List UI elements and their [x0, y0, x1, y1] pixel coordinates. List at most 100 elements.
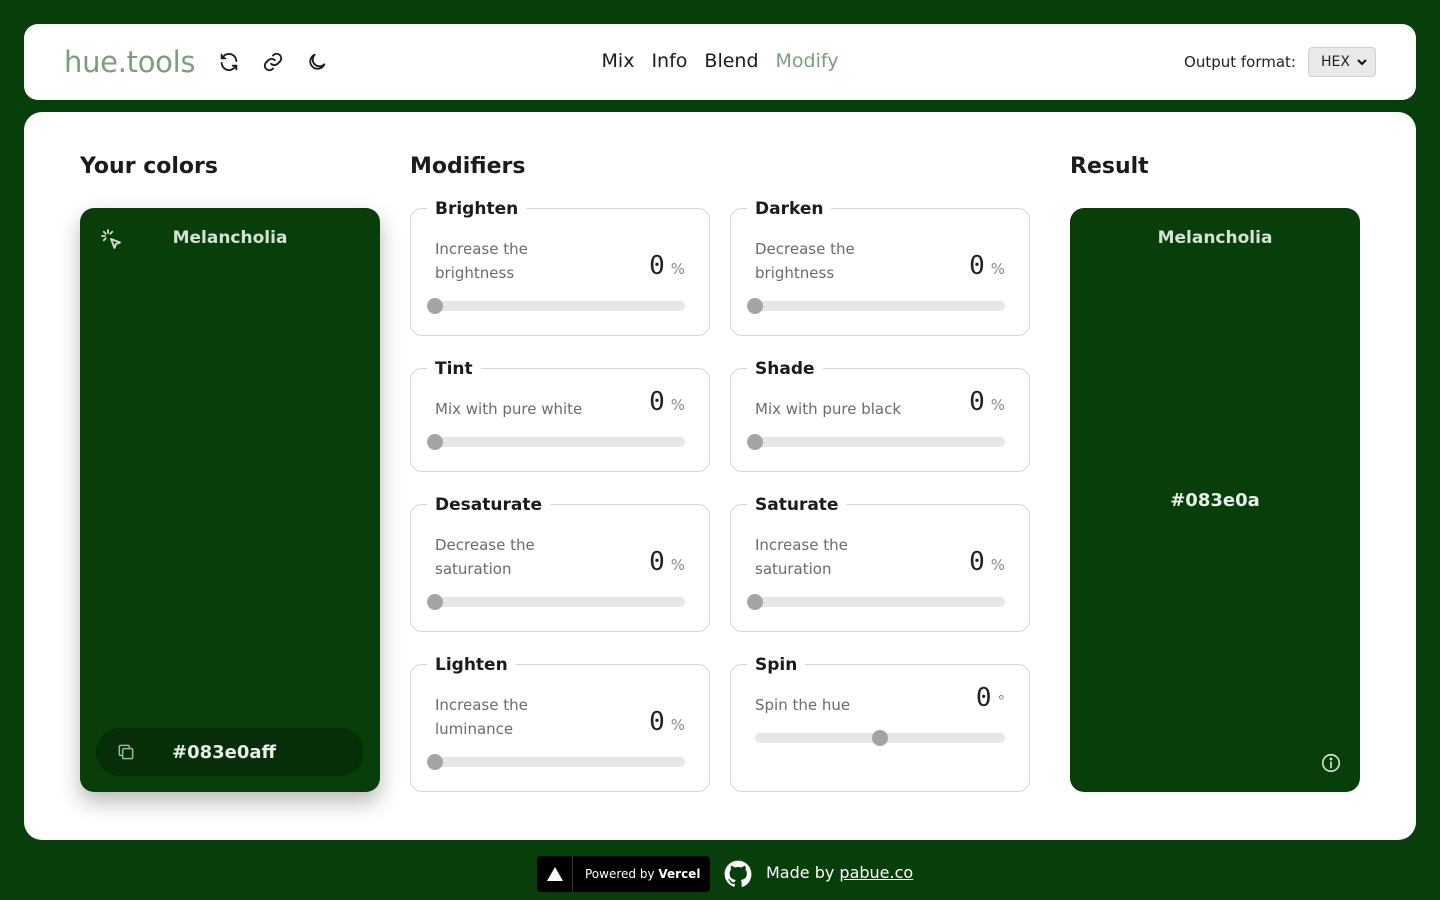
main-nav: Mix Info Blend Modify: [602, 50, 839, 72]
modifier-number[interactable]: 0: [649, 547, 665, 577]
modifier-unit: %: [670, 556, 685, 574]
modifier-desc: Increase the brightness: [435, 240, 528, 282]
header-icons: [217, 50, 329, 74]
slider-thumb[interactable]: [427, 298, 443, 314]
header-bar: hue.tools Mix Info Blend Modify Output f…: [24, 24, 1416, 100]
modifier-title: Darken: [747, 199, 832, 219]
nav-blend[interactable]: Blend: [704, 50, 758, 72]
modifier-unit: %: [990, 556, 1005, 574]
modifier-desc: Decrease the brightness: [755, 240, 855, 282]
modifier-value: 0 %: [969, 547, 1005, 577]
modifier-desc: Mix with pure white: [435, 400, 583, 418]
modifier-value: 0 %: [649, 387, 685, 417]
slider-thumb[interactable]: [427, 594, 443, 610]
slider-thumb[interactable]: [747, 298, 763, 314]
modifier-desc: Increase the luminance: [435, 696, 528, 738]
refresh-icon[interactable]: [217, 50, 241, 74]
spin-slider[interactable]: [755, 730, 1005, 746]
brighten-slider[interactable]: [427, 298, 685, 314]
powered-brand: Vercel: [658, 867, 701, 881]
modifier-title: Desaturate: [427, 495, 550, 515]
vercel-triangle-icon: [537, 856, 573, 892]
modifier-desc: Decrease the saturation: [435, 536, 535, 578]
slider-thumb[interactable]: [747, 594, 763, 610]
modifier-darken: Darken Decrease the brightness 0 %: [730, 199, 1030, 336]
hex-pill: #083e0aff: [96, 728, 364, 776]
modifier-desc: Spin the hue: [755, 696, 851, 714]
modifier-value: 0 %: [969, 387, 1005, 417]
modifier-unit: %: [990, 396, 1005, 414]
saturate-slider[interactable]: [747, 594, 1005, 610]
vercel-text: Powered by Vercel: [585, 867, 700, 881]
modifier-number[interactable]: 0: [649, 387, 665, 417]
modifier-unit: %: [990, 260, 1005, 278]
modifier-lighten: Lighten Increase the luminance 0 %: [410, 655, 710, 792]
modifier-tint: Tint Mix with pure white 0 %: [410, 359, 710, 472]
copy-icon[interactable]: [114, 740, 138, 764]
link-icon[interactable]: [261, 50, 285, 74]
main-panel: Your colors Modifiers Result Melancholia…: [24, 112, 1416, 840]
modifier-value: 0 %: [969, 251, 1005, 281]
modifier-unit: %: [670, 396, 685, 414]
info-icon[interactable]: [1320, 752, 1344, 776]
modifier-number[interactable]: 0: [969, 387, 985, 417]
nav-modify[interactable]: Modify: [776, 50, 839, 72]
modifier-unit: °: [997, 692, 1006, 710]
slider-thumb[interactable]: [747, 434, 763, 450]
modifier-value: 0 %: [649, 547, 685, 577]
modifier-title: Brighten: [427, 199, 527, 219]
modifier-value: 0 °: [976, 683, 1005, 713]
modifier-shade: Shade Mix with pure black 0 %: [730, 359, 1030, 472]
modifier-number[interactable]: 0: [649, 251, 665, 281]
made-by-text: Made by: [766, 863, 840, 882]
moon-icon[interactable]: [305, 50, 329, 74]
chevron-down-icon: [1357, 59, 1367, 66]
output-format-value: HEX: [1321, 54, 1350, 70]
modifiers-title: Modifiers: [410, 154, 526, 179]
made-by-link[interactable]: pabue.co: [839, 863, 913, 882]
modifier-desc: Increase the saturation: [755, 536, 848, 578]
slider-thumb[interactable]: [427, 754, 443, 770]
desaturate-slider[interactable]: [427, 594, 685, 610]
modifier-number[interactable]: 0: [969, 251, 985, 281]
modifier-title: Spin: [747, 655, 806, 675]
result-title: Result: [1070, 154, 1149, 179]
color-card[interactable]: Melancholia #083e0aff: [80, 208, 380, 792]
result-color-name: Melancholia: [1157, 228, 1273, 248]
output-format-label: Output format:: [1184, 53, 1296, 71]
modifier-value: 0 %: [649, 707, 685, 737]
modifier-desc: Mix with pure black: [755, 400, 902, 418]
nav-info[interactable]: Info: [651, 50, 687, 72]
tint-slider[interactable]: [427, 434, 685, 450]
powered-prefix: Powered by: [585, 867, 659, 881]
modifier-number[interactable]: 0: [976, 683, 992, 713]
modifier-unit: %: [670, 260, 685, 278]
modifier-title: Tint: [427, 359, 481, 379]
output-format-select[interactable]: HEX: [1308, 47, 1376, 77]
logo[interactable]: hue.tools: [64, 45, 195, 79]
modifier-value: 0 %: [649, 251, 685, 281]
output-format: Output format: HEX: [1184, 47, 1376, 77]
modifier-desaturate: Desaturate Decrease the saturation 0 %: [410, 495, 710, 632]
modifier-saturate: Saturate Increase the saturation 0 %: [730, 495, 1030, 632]
modifier-number[interactable]: 0: [969, 547, 985, 577]
modifier-number[interactable]: 0: [649, 707, 665, 737]
color-hex-value[interactable]: #083e0aff: [172, 742, 276, 763]
modifier-title: Shade: [747, 359, 823, 379]
result-hex-value[interactable]: #083e0a: [1070, 490, 1360, 511]
lighten-slider[interactable]: [427, 754, 685, 770]
slider-thumb[interactable]: [427, 434, 443, 450]
modifier-spin: Spin Spin the hue 0 °: [730, 655, 1030, 792]
vercel-badge[interactable]: Powered by Vercel: [537, 856, 710, 892]
modifier-title: Saturate: [747, 495, 847, 515]
made-by: Made by pabue.co: [766, 863, 913, 882]
modifier-title: Lighten: [427, 655, 516, 675]
slider-thumb[interactable]: [872, 730, 888, 746]
shade-slider[interactable]: [747, 434, 1005, 450]
github-icon[interactable]: [724, 860, 752, 888]
result-card: Melancholia #083e0a: [1070, 208, 1360, 792]
color-name: Melancholia: [172, 228, 288, 248]
darken-slider[interactable]: [747, 298, 1005, 314]
your-colors-title: Your colors: [80, 154, 218, 179]
nav-mix[interactable]: Mix: [602, 50, 635, 72]
